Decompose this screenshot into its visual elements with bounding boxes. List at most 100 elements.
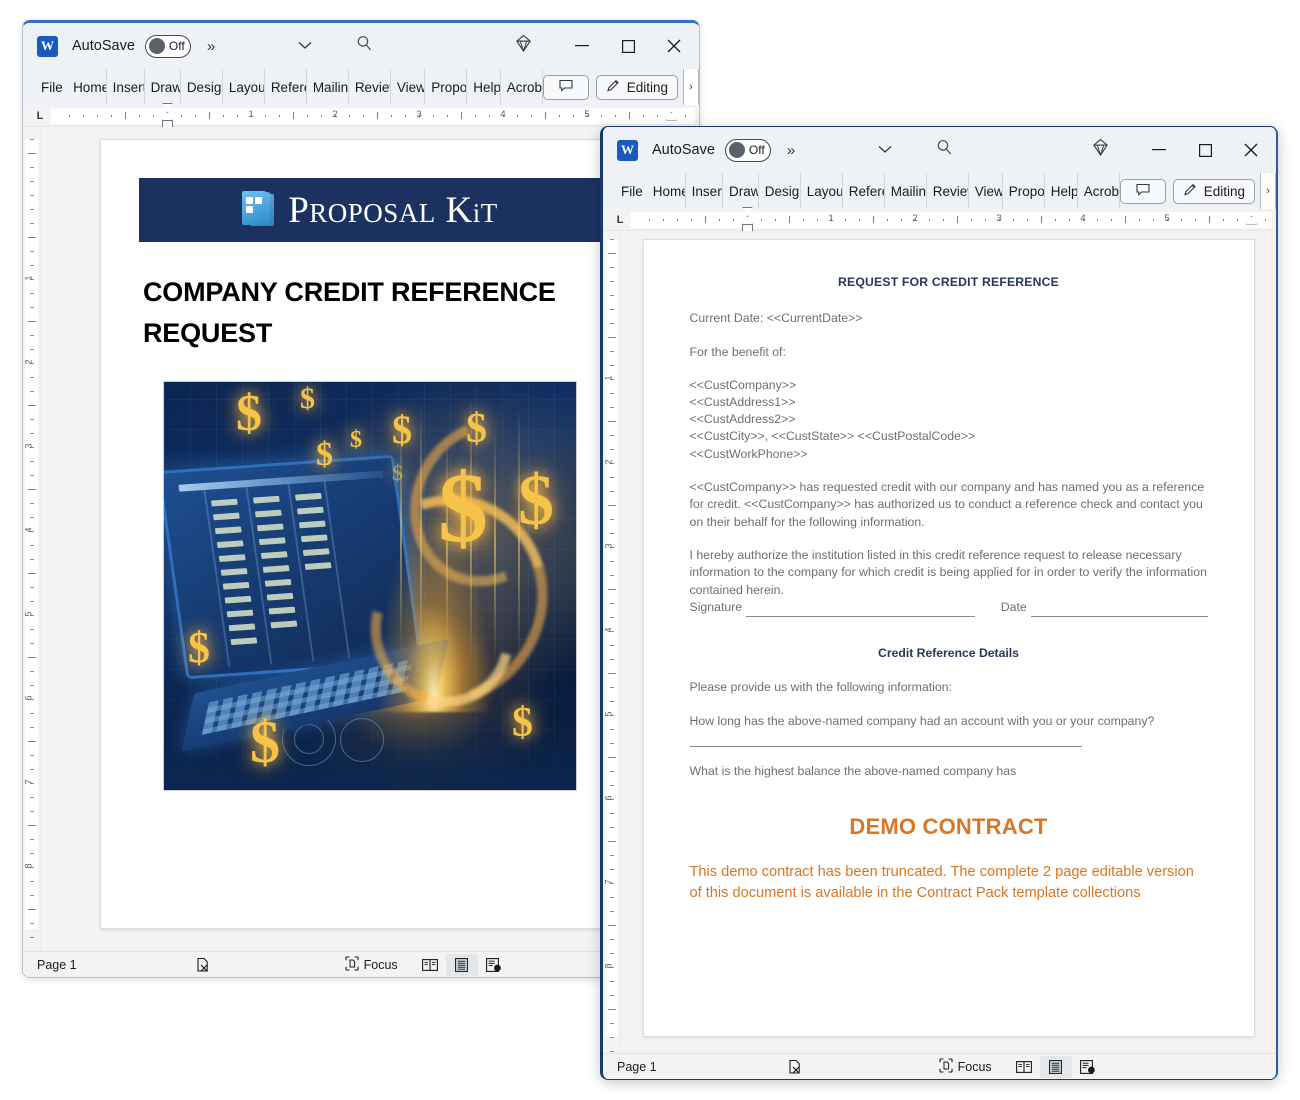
view-mode-group[interactable] xyxy=(1008,1055,1104,1078)
word-icon: W xyxy=(37,35,58,57)
minimize-icon[interactable] xyxy=(1136,128,1182,172)
ribbon-tab-strip[interactable]: File Home Insert Draw Design Layout Refe… xyxy=(23,69,699,105)
right-indent-marker[interactable] xyxy=(666,111,677,121)
vertical-ruler-tick xyxy=(610,295,614,296)
tab-design[interactable]: Design xyxy=(181,69,223,105)
read-mode-icon[interactable] xyxy=(1008,1056,1040,1078)
minimize-icon[interactable] xyxy=(559,24,605,68)
ruler-tick xyxy=(1027,218,1028,221)
close-icon[interactable] xyxy=(1228,128,1274,172)
tab-file[interactable]: File xyxy=(611,173,647,209)
chevron-right-icon[interactable]: › xyxy=(683,69,699,105)
document-scroll-area[interactable]: REQUEST FOR CREDIT REFERENCE Current Dat… xyxy=(621,231,1276,1053)
tab-view[interactable]: View xyxy=(969,173,1003,209)
vertical-ruler-tick xyxy=(610,869,614,870)
tab-proposal[interactable]: Proposal xyxy=(425,69,468,105)
tab-view[interactable]: View xyxy=(391,69,426,105)
chevron-right-icon[interactable]: › xyxy=(1260,173,1276,209)
tab-review[interactable]: Review xyxy=(927,173,969,209)
vertical-ruler-tick xyxy=(610,771,614,772)
horizontal-ruler[interactable]: L 1 2 3 4 5 xyxy=(23,102,699,129)
more-commands-button[interactable]: » xyxy=(207,38,215,55)
right-indent-marker[interactable] xyxy=(1246,215,1257,225)
vertical-ruler[interactable]: 1 2 3 4 5 6 7 8 xyxy=(23,127,41,951)
tab-design[interactable]: Design xyxy=(759,173,801,209)
status-bar[interactable]: Page 1 Focus xyxy=(23,951,699,977)
maximize-icon[interactable] xyxy=(605,24,651,68)
web-layout-icon[interactable] xyxy=(1072,1056,1104,1078)
comments-button[interactable] xyxy=(1119,178,1166,204)
search-icon[interactable] xyxy=(356,35,373,57)
tab-draw[interactable]: Draw xyxy=(145,69,181,105)
tab-acrobat[interactable]: Acrobat xyxy=(501,69,543,105)
tab-review[interactable]: Review xyxy=(349,69,391,105)
tab-file[interactable]: File xyxy=(31,69,67,105)
tab-help[interactable]: Help xyxy=(467,69,501,105)
more-commands-button[interactable]: » xyxy=(787,142,795,159)
document-body: 1 2 3 4 5 6 7 8 REQUEST FOR CREDIT REFERENCE Cu… xyxy=(603,231,1276,1053)
tab-mailings[interactable]: Mailings xyxy=(885,173,927,209)
signature-rule[interactable] xyxy=(746,605,976,617)
page-indicator[interactable]: Page 1 xyxy=(37,958,77,972)
tab-references[interactable]: References xyxy=(265,69,307,105)
ruler-number: 4 xyxy=(1080,212,1086,224)
comments-button[interactable] xyxy=(542,74,589,100)
accessibility-checker-icon[interactable] xyxy=(787,1059,803,1075)
tab-draw[interactable]: Draw xyxy=(723,173,759,209)
tab-acrobat[interactable]: Acrobat xyxy=(1078,173,1120,209)
chevron-down-icon[interactable] xyxy=(298,37,312,55)
first-line-indent-marker[interactable] xyxy=(162,102,173,112)
first-line-indent-marker[interactable] xyxy=(742,206,753,216)
accessibility-checker-icon[interactable] xyxy=(195,957,211,973)
tab-home[interactable]: Home xyxy=(67,69,107,105)
tab-layout[interactable]: Layout xyxy=(801,173,843,209)
ruler-tick xyxy=(971,218,972,221)
tab-home[interactable]: Home xyxy=(647,173,686,209)
tab-mailings[interactable]: Mailings xyxy=(307,69,349,105)
question-1-rule[interactable] xyxy=(689,735,1082,748)
ruler-track[interactable]: 1 2 3 4 5 xyxy=(51,102,695,129)
tab-insert[interactable]: Insert xyxy=(686,173,724,209)
print-layout-icon[interactable] xyxy=(1039,1055,1072,1078)
tab-stop-selector[interactable]: L xyxy=(29,110,51,122)
horizontal-ruler[interactable]: L 1 2 3 4 5 xyxy=(603,206,1276,233)
chevron-down-icon[interactable] xyxy=(878,141,892,159)
diamond-copilot-icon[interactable] xyxy=(514,34,533,58)
document-page-1[interactable]: PROPOSAL KiT COMPANY CREDIT REFERENCE RE… xyxy=(100,139,640,929)
print-layout-icon[interactable] xyxy=(445,953,478,976)
view-mode-group[interactable] xyxy=(414,953,510,976)
focus-mode-button[interactable]: Focus xyxy=(345,955,398,974)
ruler-tick xyxy=(733,218,734,221)
ruler-tick xyxy=(195,114,196,117)
focus-mode-button[interactable]: Focus xyxy=(939,1057,992,1076)
tab-stop-selector[interactable]: L xyxy=(609,214,631,226)
ribbon-tab-strip[interactable]: File Home Insert Draw Design Layout Refe… xyxy=(603,173,1276,209)
maximize-icon[interactable] xyxy=(1182,128,1228,172)
vertical-ruler[interactable]: 1 2 3 4 5 6 7 8 xyxy=(603,231,621,1053)
tab-references[interactable]: References xyxy=(843,173,885,209)
editing-mode-button[interactable]: Editing xyxy=(595,74,678,100)
vertical-ruler-tick xyxy=(608,925,616,926)
word-window-cover-document[interactable]: W AutoSave Off » File Home Insert Draw D… xyxy=(22,20,700,978)
ruler-track[interactable]: 1 2 3 4 5 xyxy=(631,206,1272,233)
read-mode-icon[interactable] xyxy=(414,954,446,976)
tab-proposal[interactable]: Proposal xyxy=(1003,173,1045,209)
date-rule[interactable] xyxy=(1030,605,1208,617)
tab-help[interactable]: Help xyxy=(1045,173,1078,209)
tab-insert[interactable]: Insert xyxy=(107,69,145,105)
close-icon[interactable] xyxy=(651,24,697,68)
page-indicator[interactable]: Page 1 xyxy=(617,1060,657,1074)
autosave-toggle[interactable]: Off xyxy=(724,138,771,162)
search-icon[interactable] xyxy=(936,139,953,161)
autosave-toggle[interactable]: Off xyxy=(144,34,191,58)
diamond-copilot-icon[interactable] xyxy=(1091,138,1110,162)
tab-layout[interactable]: Layout xyxy=(223,69,265,105)
status-bar[interactable]: Page 1 Focus xyxy=(603,1053,1276,1079)
web-layout-icon[interactable] xyxy=(478,954,510,976)
document-page-1[interactable]: REQUEST FOR CREDIT REFERENCE Current Dat… xyxy=(642,239,1255,1037)
editing-mode-button[interactable]: Editing xyxy=(1172,178,1256,204)
customer-address-block: <<CustCompany>> <<CustAddress1>> <<CustA… xyxy=(690,377,1208,462)
autosave-label: AutoSave xyxy=(652,142,715,158)
ruler-tick xyxy=(601,114,602,117)
word-window-contract-document[interactable]: W AutoSave Off » File Home Insert Draw D… xyxy=(600,126,1278,1080)
